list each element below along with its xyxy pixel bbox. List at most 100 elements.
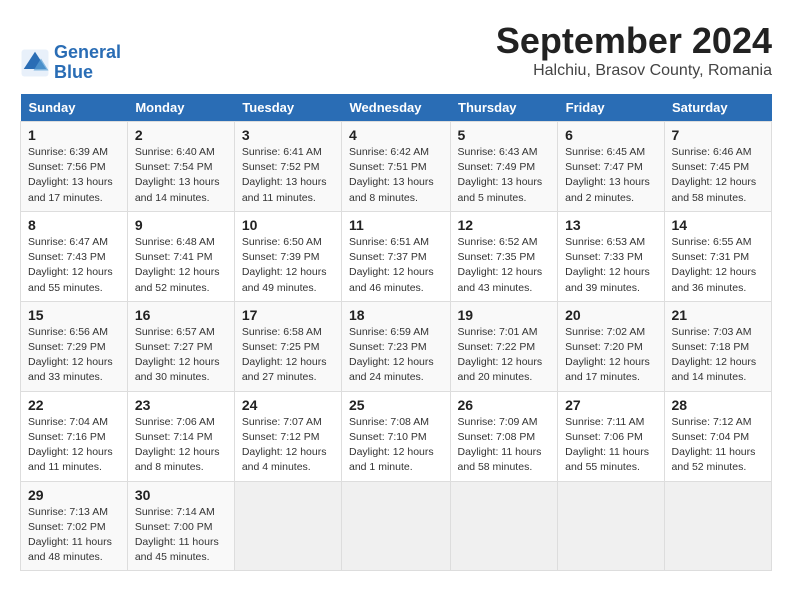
calendar-cell bbox=[342, 481, 451, 571]
calendar-cell: 9Sunrise: 6:48 AMSunset: 7:41 PMDaylight… bbox=[127, 211, 234, 301]
day-number: 11 bbox=[349, 217, 443, 233]
calendar-cell: 25 Sunrise: 7:08 AMSunset: 7:10 PMDayligh… bbox=[342, 391, 451, 481]
day-info: Sunrise: 6:52 AMSunset: 7:35 PMDaylight:… bbox=[458, 235, 551, 296]
calendar-cell: 19 Sunrise: 7:01 AMSunset: 7:22 PMDayligh… bbox=[450, 301, 558, 391]
day-info: Sunrise: 7:12 AMSunset: 7:04 PMDaylight:… bbox=[672, 415, 764, 476]
day-number: 3 bbox=[242, 127, 334, 143]
day-info: Sunrise: 7:03 AMSunset: 7:18 PMDaylight:… bbox=[672, 325, 764, 386]
top-bar: General Blue September 2024 Halchiu, Bra… bbox=[20, 20, 772, 88]
day-info: Sunrise: 6:55 AMSunset: 7:31 PMDaylight:… bbox=[672, 235, 764, 296]
calendar-cell bbox=[234, 481, 341, 571]
day-number: 22 bbox=[28, 397, 120, 413]
day-info: Sunrise: 7:07 AMSunset: 7:12 PMDaylight:… bbox=[242, 415, 334, 476]
calendar-week-5: 29 Sunrise: 7:13 AMSunset: 7:02 PMDayligh… bbox=[21, 481, 772, 571]
day-info: Sunrise: 6:57 AMSunset: 7:27 PMDaylight:… bbox=[135, 325, 227, 386]
calendar-cell: 6 Sunrise: 6:45 AMSunset: 7:47 PMDaylight… bbox=[558, 122, 664, 212]
weekday-thursday: Thursday bbox=[450, 94, 558, 122]
weekday-wednesday: Wednesday bbox=[342, 94, 451, 122]
calendar-cell: 16 Sunrise: 6:57 AMSunset: 7:27 PMDayligh… bbox=[127, 301, 234, 391]
weekday-tuesday: Tuesday bbox=[234, 94, 341, 122]
calendar-cell: 24 Sunrise: 7:07 AMSunset: 7:12 PMDayligh… bbox=[234, 391, 341, 481]
day-info: Sunrise: 7:13 AMSunset: 7:02 PMDaylight:… bbox=[28, 505, 120, 566]
day-number: 6 bbox=[565, 127, 656, 143]
day-info: Sunrise: 6:45 AMSunset: 7:47 PMDaylight:… bbox=[565, 145, 656, 206]
day-number: 12 bbox=[458, 217, 551, 233]
calendar-cell: 4 Sunrise: 6:42 AMSunset: 7:51 PMDaylight… bbox=[342, 122, 451, 212]
calendar-cell: 22 Sunrise: 7:04 AMSunset: 7:16 PMDayligh… bbox=[21, 391, 128, 481]
day-number: 21 bbox=[672, 307, 764, 323]
weekday-monday: Monday bbox=[127, 94, 234, 122]
calendar-cell: 26 Sunrise: 7:09 AMSunset: 7:08 PMDayligh… bbox=[450, 391, 558, 481]
calendar-cell: 8Sunrise: 6:47 AMSunset: 7:43 PMDaylight… bbox=[21, 211, 128, 301]
calendar-cell: 30 Sunrise: 7:14 AMSunset: 7:00 PMDayligh… bbox=[127, 481, 234, 571]
day-number: 4 bbox=[349, 127, 443, 143]
calendar-cell: 29 Sunrise: 7:13 AMSunset: 7:02 PMDayligh… bbox=[21, 481, 128, 571]
day-number: 17 bbox=[242, 307, 334, 323]
calendar-cell bbox=[558, 481, 664, 571]
day-info: Sunrise: 6:59 AMSunset: 7:23 PMDaylight:… bbox=[349, 325, 443, 386]
day-number: 2 bbox=[135, 127, 227, 143]
month-title: September 2024 bbox=[496, 20, 772, 62]
calendar-cell: 1 Sunrise: 6:39 AMSunset: 7:56 PMDaylight… bbox=[21, 122, 128, 212]
calendar-cell: 23 Sunrise: 7:06 AMSunset: 7:14 PMDayligh… bbox=[127, 391, 234, 481]
calendar-cell: 15 Sunrise: 6:56 AMSunset: 7:29 PMDayligh… bbox=[21, 301, 128, 391]
day-info: Sunrise: 6:46 AMSunset: 7:45 PMDaylight:… bbox=[672, 145, 764, 206]
calendar-week-1: 1 Sunrise: 6:39 AMSunset: 7:56 PMDaylight… bbox=[21, 122, 772, 212]
day-number: 5 bbox=[458, 127, 551, 143]
day-info: Sunrise: 6:56 AMSunset: 7:29 PMDaylight:… bbox=[28, 325, 120, 386]
calendar-cell: 7Sunrise: 6:46 AMSunset: 7:45 PMDaylight… bbox=[664, 122, 771, 212]
calendar-cell: 13Sunrise: 6:53 AMSunset: 7:33 PMDayligh… bbox=[558, 211, 664, 301]
calendar-cell: 2 Sunrise: 6:40 AMSunset: 7:54 PMDaylight… bbox=[127, 122, 234, 212]
calendar-week-2: 8Sunrise: 6:47 AMSunset: 7:43 PMDaylight… bbox=[21, 211, 772, 301]
calendar-table: SundayMondayTuesdayWednesdayThursdayFrid… bbox=[20, 94, 772, 571]
day-info: Sunrise: 6:47 AMSunset: 7:43 PMDaylight:… bbox=[28, 235, 120, 296]
day-number: 29 bbox=[28, 487, 120, 503]
day-info: Sunrise: 7:11 AMSunset: 7:06 PMDaylight:… bbox=[565, 415, 656, 476]
day-number: 16 bbox=[135, 307, 227, 323]
calendar-cell: 21 Sunrise: 7:03 AMSunset: 7:18 PMDayligh… bbox=[664, 301, 771, 391]
day-number: 24 bbox=[242, 397, 334, 413]
logo: General Blue bbox=[20, 43, 121, 83]
day-info: Sunrise: 6:42 AMSunset: 7:51 PMDaylight:… bbox=[349, 145, 443, 206]
day-number: 19 bbox=[458, 307, 551, 323]
weekday-sunday: Sunday bbox=[21, 94, 128, 122]
calendar-cell: 5Sunrise: 6:43 AMSunset: 7:49 PMDaylight… bbox=[450, 122, 558, 212]
day-number: 30 bbox=[135, 487, 227, 503]
day-info: Sunrise: 6:51 AMSunset: 7:37 PMDaylight:… bbox=[349, 235, 443, 296]
calendar-cell: 17 Sunrise: 6:58 AMSunset: 7:25 PMDayligh… bbox=[234, 301, 341, 391]
logo-line1: General bbox=[54, 42, 121, 62]
calendar-body: 1 Sunrise: 6:39 AMSunset: 7:56 PMDaylight… bbox=[21, 122, 772, 571]
logo-text: General Blue bbox=[54, 43, 121, 83]
day-number: 25 bbox=[349, 397, 443, 413]
calendar-cell: 11 Sunrise: 6:51 AMSunset: 7:37 PMDayligh… bbox=[342, 211, 451, 301]
day-info: Sunrise: 7:08 AMSunset: 7:10 PMDaylight:… bbox=[349, 415, 443, 476]
weekday-header-row: SundayMondayTuesdayWednesdayThursdayFrid… bbox=[21, 94, 772, 122]
day-number: 28 bbox=[672, 397, 764, 413]
day-info: Sunrise: 6:39 AMSunset: 7:56 PMDaylight:… bbox=[28, 145, 120, 206]
day-number: 26 bbox=[458, 397, 551, 413]
calendar-cell: 28 Sunrise: 7:12 AMSunset: 7:04 PMDayligh… bbox=[664, 391, 771, 481]
day-info: Sunrise: 6:58 AMSunset: 7:25 PMDaylight:… bbox=[242, 325, 334, 386]
calendar-week-3: 15 Sunrise: 6:56 AMSunset: 7:29 PMDayligh… bbox=[21, 301, 772, 391]
title-section: September 2024 Halchiu, Brasov County, R… bbox=[496, 20, 772, 80]
logo-line2: Blue bbox=[54, 62, 93, 82]
day-number: 1 bbox=[28, 127, 120, 143]
calendar-cell: 20Sunrise: 7:02 AMSunset: 7:20 PMDayligh… bbox=[558, 301, 664, 391]
day-info: Sunrise: 7:06 AMSunset: 7:14 PMDaylight:… bbox=[135, 415, 227, 476]
day-number: 27 bbox=[565, 397, 656, 413]
day-info: Sunrise: 6:41 AMSunset: 7:52 PMDaylight:… bbox=[242, 145, 334, 206]
day-info: Sunrise: 7:01 AMSunset: 7:22 PMDaylight:… bbox=[458, 325, 551, 386]
day-number: 15 bbox=[28, 307, 120, 323]
calendar-week-4: 22 Sunrise: 7:04 AMSunset: 7:16 PMDayligh… bbox=[21, 391, 772, 481]
logo-icon bbox=[20, 48, 50, 78]
day-info: Sunrise: 6:40 AMSunset: 7:54 PMDaylight:… bbox=[135, 145, 227, 206]
day-info: Sunrise: 7:02 AMSunset: 7:20 PMDaylight:… bbox=[565, 325, 656, 386]
day-info: Sunrise: 7:04 AMSunset: 7:16 PMDaylight:… bbox=[28, 415, 120, 476]
day-info: Sunrise: 7:09 AMSunset: 7:08 PMDaylight:… bbox=[458, 415, 551, 476]
day-info: Sunrise: 7:14 AMSunset: 7:00 PMDaylight:… bbox=[135, 505, 227, 566]
day-number: 9 bbox=[135, 217, 227, 233]
day-number: 23 bbox=[135, 397, 227, 413]
day-number: 13 bbox=[565, 217, 656, 233]
calendar-cell: 18Sunrise: 6:59 AMSunset: 7:23 PMDayligh… bbox=[342, 301, 451, 391]
day-number: 10 bbox=[242, 217, 334, 233]
